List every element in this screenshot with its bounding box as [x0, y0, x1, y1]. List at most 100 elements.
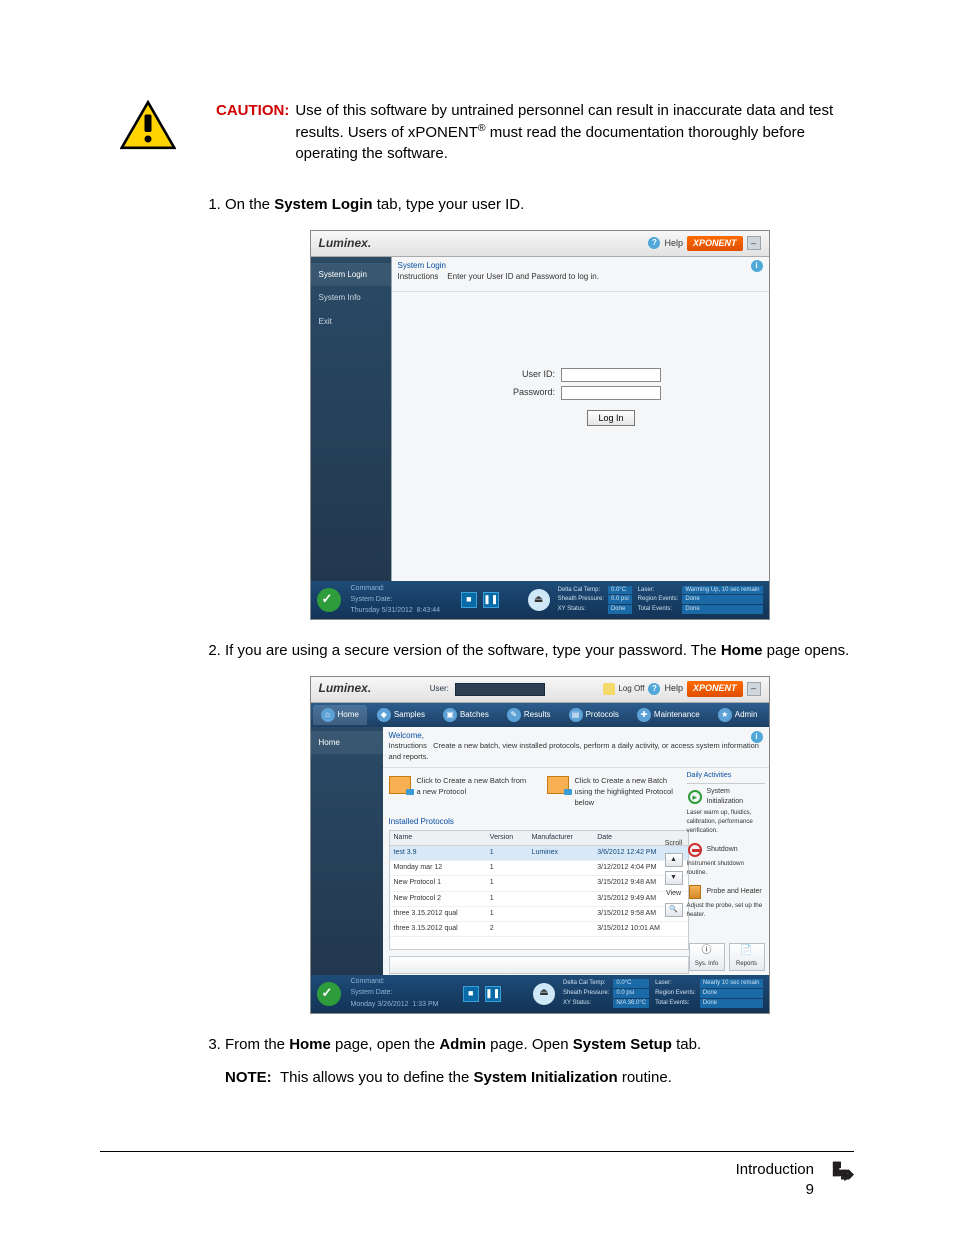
table-row[interactable]: three 3.15.2012 qual13/15/2012 9:58 AM [390, 906, 688, 921]
window-titlebar: Luminex. ? Help XPONENT – [311, 231, 769, 257]
help-icon[interactable]: ? [648, 237, 660, 249]
pause-button[interactable]: ❚❚ [485, 986, 501, 1002]
caution-block: CAUTION: Use of this software by untrain… [100, 100, 854, 164]
help-label[interactable]: Help [664, 682, 683, 695]
scroll-down-button[interactable]: ▼ [665, 871, 683, 885]
nav-samples[interactable]: ◆Samples [369, 705, 433, 725]
stop-button[interactable]: ■ [461, 592, 477, 608]
status-ok-icon [317, 982, 341, 1006]
instructions-label: Instructions [398, 272, 439, 281]
protocols-table: Name Version Manufacturer Date test 3.91… [389, 830, 689, 950]
daily-title: Daily Activities [687, 771, 765, 784]
minimize-button[interactable]: – [747, 236, 761, 250]
home-screenshot: Luminex. User: Log Off ? Help XPONENT – … [310, 676, 770, 1014]
status-ok-icon [317, 588, 341, 612]
col-version[interactable]: Version [486, 831, 528, 846]
eject-button[interactable]: ⏏ [533, 983, 555, 1005]
step-1: On the System Login tab, type your user … [225, 194, 854, 620]
system-initialization-button[interactable]: System Initialization [687, 787, 765, 807]
side-nav: Home [311, 727, 383, 975]
brand-corner-icon [828, 1160, 854, 1186]
help-label[interactable]: Help [664, 237, 683, 250]
user-label: User: [430, 683, 449, 695]
side-tab-home[interactable]: Home [311, 731, 383, 755]
password-input[interactable] [561, 386, 661, 400]
nav-maintenance[interactable]: ✚Maintenance [629, 705, 708, 725]
col-manufacturer[interactable]: Manufacturer [528, 831, 594, 846]
daily-activities-panel: Daily Activities System Initialization L… [687, 771, 765, 926]
caution-label: CAUTION: [216, 100, 289, 164]
user-field [455, 683, 545, 696]
info-icon[interactable]: i [751, 731, 763, 743]
command-bar [389, 956, 689, 974]
nav-home[interactable]: ⌂Home [313, 705, 367, 725]
nav-results[interactable]: ✎Results [499, 705, 559, 725]
play-icon [688, 790, 702, 804]
col-name[interactable]: Name [390, 831, 486, 846]
document-icon: 📄 [740, 944, 752, 959]
batches-icon: ▣ [443, 708, 457, 722]
table-row[interactable]: New Protocol 213/15/2012 9:49 AM [390, 891, 688, 906]
info-icon[interactable]: i [751, 260, 763, 272]
create-batch-highlighted-protocol[interactable]: Click to Create a new Batch using the hi… [547, 776, 685, 809]
protocols-icon: ▤ [569, 708, 583, 722]
table-row[interactable]: New Protocol 113/15/2012 9:48 AM [390, 876, 688, 891]
note-label: NOTE: [225, 1069, 272, 1086]
nav-protocols[interactable]: ▤Protocols [561, 705, 627, 725]
password-label: Password: [499, 386, 555, 399]
tab-system-info[interactable]: System Info [311, 286, 391, 310]
home-icon: ⌂ [321, 708, 335, 722]
results-icon: ✎ [507, 708, 521, 722]
scroll-up-button[interactable]: ▲ [665, 853, 683, 867]
xponent-badge: XPONENT [687, 681, 743, 696]
create-batch-new-protocol[interactable]: Click to Create a new Batch from a new P… [389, 776, 527, 809]
shutdown-button[interactable]: Shutdown [687, 842, 765, 858]
instructions-text: Create a new batch, view installed proto… [389, 741, 759, 761]
zoom-button[interactable]: 🔍 [665, 903, 683, 917]
info-icon: ⓘ [702, 944, 712, 959]
log-off-button[interactable]: Log Off [603, 683, 644, 695]
help-icon[interactable]: ? [648, 683, 660, 695]
eject-button[interactable]: ⏏ [528, 589, 550, 611]
table-row[interactable]: test 3.91Luminex3/6/2012 12:42 PM [390, 846, 688, 861]
warning-icon [120, 100, 176, 150]
user-id-input[interactable] [561, 368, 661, 382]
table-row[interactable]: three 3.15.2012 qual23/15/2012 10:01 AM [390, 921, 688, 936]
main-nav: ⌂Home ◆Samples ▣Batches ✎Results ▤Protoc… [311, 703, 769, 727]
caution-text: Use of this software by untrained person… [295, 100, 854, 164]
minimize-button[interactable]: – [747, 682, 761, 696]
xponent-badge: XPONENT [687, 236, 743, 251]
nav-admin[interactable]: ★Admin [710, 705, 766, 725]
tab-exit[interactable]: Exit [311, 310, 391, 334]
nav-batches[interactable]: ▣Batches [435, 705, 497, 725]
page-number: 9 [736, 1180, 814, 1200]
pause-button[interactable]: ❚❚ [483, 592, 499, 608]
step-2: If you are using a secure version of the… [225, 640, 854, 1014]
maintenance-icon: ✚ [637, 708, 651, 722]
tab-system-login[interactable]: System Login [311, 263, 391, 287]
user-id-label: User ID: [499, 368, 555, 381]
page-footer: Introduction 9 [100, 1151, 854, 1199]
batch-icon [547, 776, 569, 794]
power-icon [688, 843, 702, 857]
view-label: View [666, 889, 681, 899]
stop-button[interactable]: ■ [463, 986, 479, 1002]
table-row[interactable]: Monday mar 1213/12/2012 4:04 PM [390, 861, 688, 876]
side-nav: System Login System Info Exit [311, 257, 391, 581]
steps-list: On the System Login tab, type your user … [100, 194, 854, 1055]
login-screenshot: Luminex. ? Help XPONENT – System Login S… [310, 230, 770, 620]
samples-icon: ◆ [377, 708, 391, 722]
key-icon [603, 683, 615, 695]
brand-logo: Luminex. [319, 680, 372, 697]
step-3: From the Home page, open the Admin page.… [225, 1034, 854, 1056]
admin-icon: ★ [718, 708, 732, 722]
welcome-label: Welcome, [383, 727, 769, 742]
reports-button[interactable]: 📄Reports [729, 943, 765, 971]
log-in-button[interactable]: Log In [587, 410, 634, 426]
panel-title: System Login [398, 260, 599, 272]
batch-icon [389, 776, 411, 794]
probe-heater-button[interactable]: Probe and Heater [687, 884, 765, 900]
status-bar: Command: System Date: Monday 3/26/2012 1… [311, 975, 769, 1013]
probe-icon [689, 885, 701, 899]
sys-info-button[interactable]: ⓘSys. Info [689, 943, 725, 971]
